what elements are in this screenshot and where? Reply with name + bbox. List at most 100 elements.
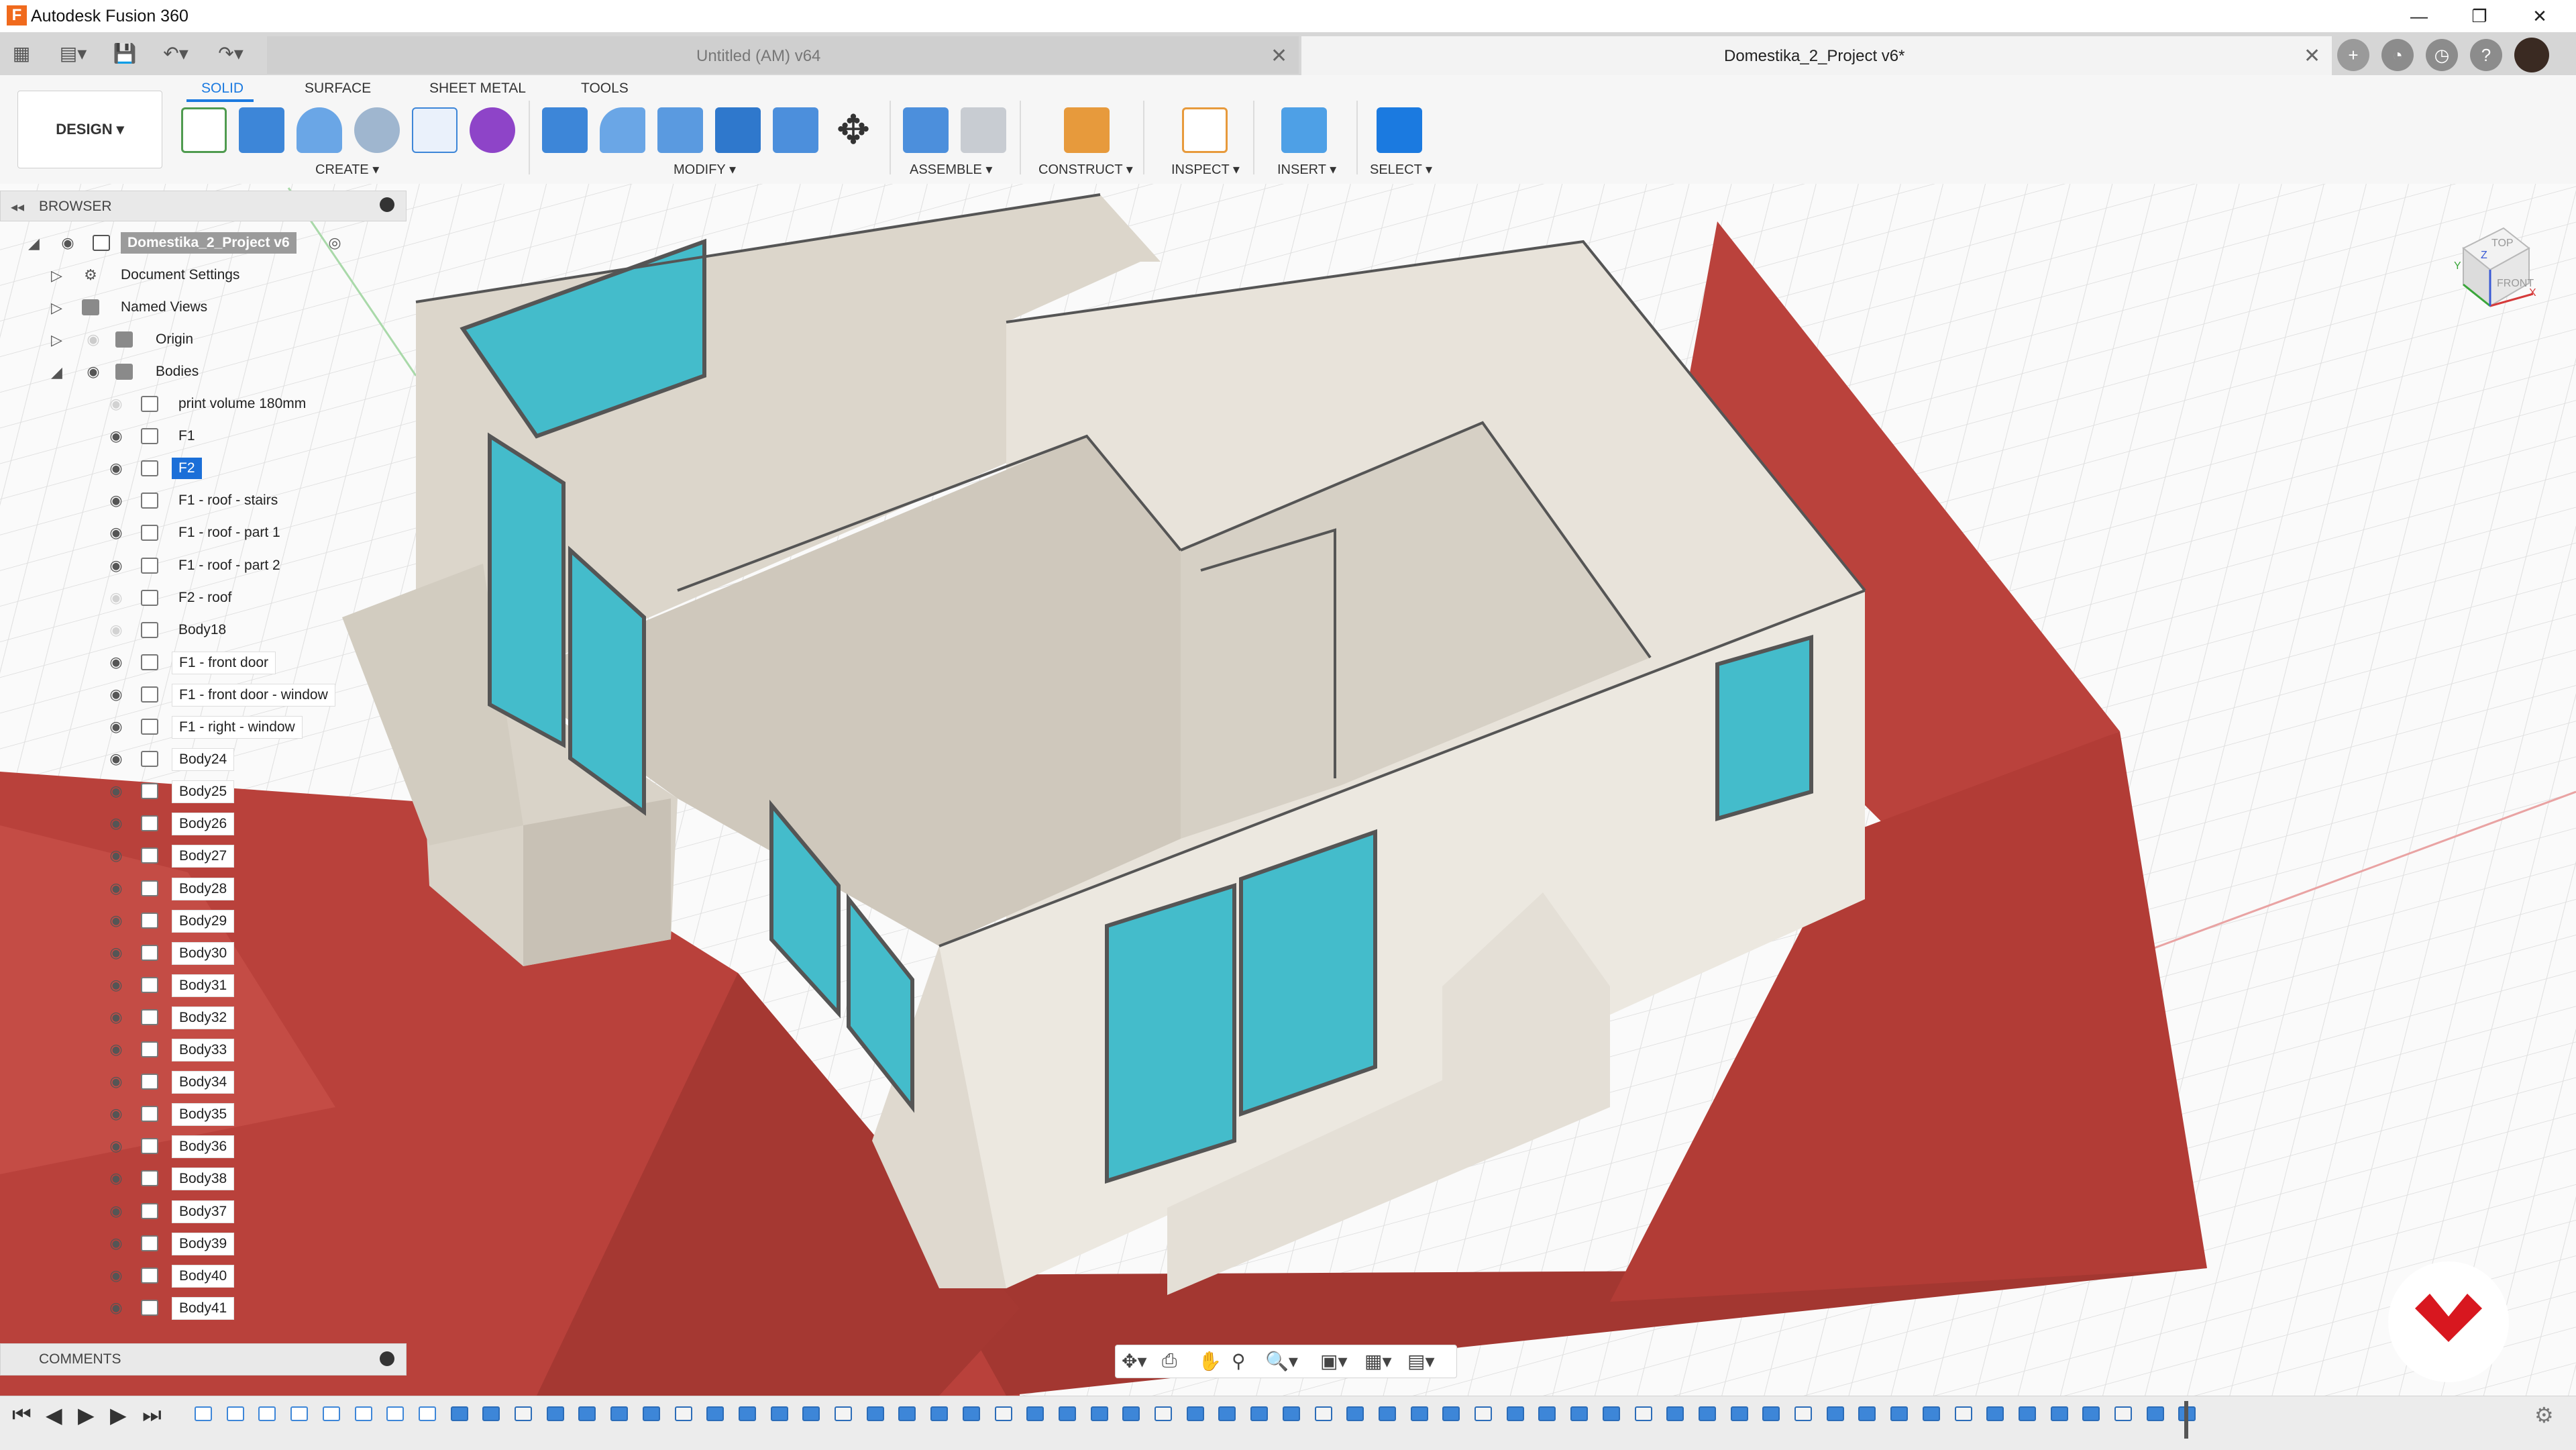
body-row[interactable]: ◉ Body40 <box>0 1259 416 1292</box>
body-row[interactable]: ◉ Body31 <box>0 969 416 1001</box>
add-comment-icon[interactable] <box>380 1351 394 1366</box>
minimize-button[interactable]: — <box>2392 3 2446 30</box>
body-row[interactable]: ◉ Body30 <box>0 937 416 969</box>
step-back-icon[interactable]: ◀ <box>46 1402 62 1428</box>
timeline-feature-icon[interactable] <box>642 1406 660 1421</box>
browser-root-row[interactable]: ◢ ◉ Domestika_2_Project v6 ◎ <box>0 227 416 259</box>
timeline-feature-icon[interactable] <box>1762 1406 1780 1421</box>
timeline-feature-icon[interactable] <box>386 1406 405 1421</box>
body-row[interactable]: ◉ Body32 <box>0 1001 416 1033</box>
visibility-eye-icon[interactable]: ◉ <box>106 783 126 799</box>
visibility-eye-icon[interactable]: ◉ <box>106 751 126 767</box>
visibility-eye-icon[interactable]: ◉ <box>106 493 126 509</box>
collapse-triangle-icon[interactable]: ◢ <box>28 235 40 252</box>
ribbon-tab-sheet-metal[interactable]: SHEET METAL <box>429 81 526 97</box>
ribbon-tab-surface[interactable]: SURFACE <box>305 81 371 97</box>
body-row[interactable]: ◉ Body28 <box>0 872 416 904</box>
timeline-feature-icon[interactable] <box>2146 1406 2164 1421</box>
press-pull-icon[interactable] <box>542 107 588 153</box>
body-row[interactable]: ◉ Body18 <box>0 614 416 646</box>
user-avatar[interactable] <box>2514 38 2549 72</box>
timeline-feature-icon[interactable] <box>1730 1406 1748 1421</box>
timeline-feature-icon[interactable] <box>1794 1406 1812 1421</box>
pattern-icon[interactable] <box>412 107 458 153</box>
fit-icon[interactable]: 🔍▾ <box>1265 1350 1298 1372</box>
timeline-feature-icon[interactable] <box>898 1406 916 1421</box>
viewports-icon[interactable]: ▤▾ <box>1407 1350 1435 1372</box>
insert-group-label[interactable]: INSERT ▾ <box>1277 161 1336 178</box>
timeline-feature-icon[interactable] <box>1570 1406 1589 1421</box>
visibility-eye-icon[interactable]: ◉ <box>106 589 126 606</box>
construct-group-label[interactable]: CONSTRUCT ▾ <box>1038 161 1133 178</box>
go-to-end-icon[interactable]: ⏭ <box>142 1402 162 1428</box>
orbit-icon[interactable]: ✥▾ <box>1122 1350 1147 1372</box>
step-forward-icon[interactable]: ▶ <box>110 1402 127 1428</box>
insert-image-icon[interactable] <box>1281 107 1327 153</box>
visibility-eye-icon[interactable]: ◉ <box>106 428 126 444</box>
visibility-eye-icon[interactable]: ◉ <box>58 235 78 251</box>
body-row[interactable]: ◉ Body33 <box>0 1033 416 1066</box>
timeline-feature-icon[interactable] <box>322 1406 340 1421</box>
body-row[interactable]: ◉ Body27 <box>0 839 416 872</box>
job-status-icon[interactable]: ◔ <box>2381 39 2414 71</box>
visibility-eye-icon[interactable]: ◉ <box>106 1008 126 1025</box>
timeline-feature-icon[interactable] <box>1155 1406 1172 1421</box>
timeline-feature-icon[interactable] <box>1122 1406 1140 1421</box>
body-row[interactable]: ◉ Body34 <box>0 1066 416 1098</box>
body-row[interactable]: ◉ Body39 <box>0 1227 416 1259</box>
timeline-feature-icon[interactable] <box>290 1406 309 1421</box>
visibility-eye-icon[interactable]: ◉ <box>106 1202 126 1219</box>
timeline-feature-icon[interactable] <box>994 1406 1012 1421</box>
timeline-feature-icon[interactable] <box>1378 1406 1396 1421</box>
visibility-eye-icon[interactable]: ◉ <box>106 880 126 896</box>
timeline-feature-icon[interactable] <box>1410 1406 1428 1421</box>
timeline-settings-icon[interactable]: ⚙ <box>2534 1402 2554 1428</box>
timeline-feature-icon[interactable] <box>450 1406 468 1421</box>
combine-icon[interactable] <box>773 107 818 153</box>
timeline-feature-icon[interactable] <box>1250 1406 1269 1421</box>
timeline-feature-icon[interactable] <box>1698 1406 1716 1421</box>
timeline-feature-icon[interactable] <box>962 1406 980 1421</box>
timeline-feature-icon[interactable] <box>1058 1406 1076 1421</box>
timeline-feature-icon[interactable] <box>226 1406 244 1421</box>
body-row[interactable]: ◉ Body24 <box>0 743 416 775</box>
view-cube[interactable]: TOP FRONT X Y Z <box>2450 221 2536 309</box>
timeline-feature-icon[interactable] <box>1954 1406 1972 1421</box>
timeline-feature-icon[interactable] <box>1922 1406 1940 1421</box>
measure-icon[interactable] <box>1182 107 1228 153</box>
body-row[interactable]: ◉ Body37 <box>0 1195 416 1227</box>
body-row[interactable]: ◉ Body36 <box>0 1130 416 1162</box>
timeline-feature-icon[interactable] <box>1826 1406 1844 1421</box>
redo-icon[interactable]: ↷▾ <box>211 40 251 67</box>
body-row[interactable]: ◉ print volume 180mm <box>0 388 416 420</box>
browser-options-icon[interactable] <box>380 197 394 212</box>
browser-folder-bodies[interactable]: ◢ ◉ Bodies <box>0 356 416 388</box>
new-component-icon[interactable] <box>903 107 949 153</box>
fillet-icon[interactable] <box>600 107 645 153</box>
browser-folder-named-views[interactable]: ▷ Named Views <box>0 291 416 323</box>
timeline-feature-icon[interactable] <box>1986 1406 2004 1421</box>
move-icon[interactable]: ✥ <box>830 107 876 153</box>
timeline-feature-icon[interactable] <box>770 1406 788 1421</box>
visibility-eye-icon[interactable]: ◉ <box>106 686 126 703</box>
visibility-eye-icon[interactable]: ◉ <box>106 1041 126 1057</box>
timeline-feature-icon[interactable] <box>1890 1406 1909 1421</box>
visibility-eye-icon[interactable]: ◉ <box>106 1138 126 1154</box>
timeline-feature-icon[interactable] <box>610 1406 629 1421</box>
timeline-feature-icon[interactable] <box>674 1406 692 1421</box>
timeline-feature-icon[interactable] <box>1282 1406 1300 1421</box>
timeline-feature-icon[interactable] <box>195 1406 212 1421</box>
visibility-eye-icon[interactable]: ◉ <box>83 364 103 380</box>
timeline-feature-icon[interactable] <box>418 1406 436 1421</box>
visibility-eye-icon[interactable]: ◉ <box>106 557 126 574</box>
visibility-eye-icon[interactable]: ◉ <box>106 847 126 864</box>
visibility-eye-icon[interactable]: ◉ <box>106 1267 126 1284</box>
timeline-feature-icon[interactable] <box>738 1406 756 1421</box>
timeline-feature-icon[interactable] <box>1090 1406 1108 1421</box>
collapse-browser-icon[interactable]: ◂◂ <box>11 199 24 215</box>
ribbon-tab-solid[interactable]: SOLID <box>201 81 244 97</box>
timeline-feature-icon[interactable] <box>1346 1406 1364 1421</box>
go-to-start-icon[interactable]: ⏮ <box>12 1402 32 1428</box>
timeline-feature-icon[interactable] <box>1506 1406 1524 1421</box>
extrude-icon[interactable] <box>239 107 284 153</box>
